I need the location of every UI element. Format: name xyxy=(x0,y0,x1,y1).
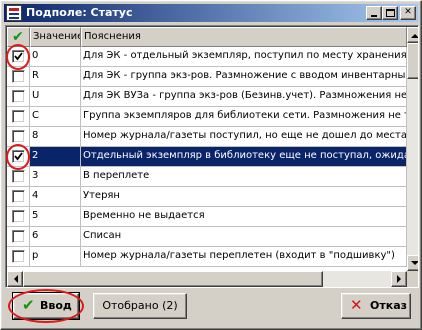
scroll-left-button[interactable] xyxy=(7,271,23,287)
value-cell[interactable]: R xyxy=(30,67,81,86)
selected-count-label: Отобрано (2) xyxy=(102,299,178,312)
description-cell[interactable]: Группа экземпляров для библиотеки сети. … xyxy=(81,107,407,126)
table-row[interactable]: 3В переплете xyxy=(7,167,407,187)
minimize-button[interactable] xyxy=(366,6,382,20)
scroll-right-button[interactable] xyxy=(391,271,407,287)
value-cell[interactable]: 3 xyxy=(30,167,81,186)
title-bar[interactable]: Подполе: Статус ✕ xyxy=(4,4,418,22)
check-icon: ✔ xyxy=(12,29,24,45)
description-cell[interactable]: Для ЭК - отдельный экземпляр, поступил п… xyxy=(81,47,407,66)
column-header-description[interactable]: Пояснения xyxy=(81,27,407,47)
description-cell[interactable]: Утерян xyxy=(81,187,407,206)
description-cell[interactable]: Номер журнала/газеты переплетен (входит … xyxy=(81,247,407,266)
checkmark-icon xyxy=(14,152,23,161)
column-header-value[interactable]: Значение xyxy=(30,27,81,47)
scrollbar-corner xyxy=(407,271,418,287)
table-row[interactable]: R Для ЭК - группа экз-ров. Размножение с … xyxy=(7,67,407,87)
value-cell[interactable]: C xyxy=(30,107,81,126)
row-checkbox[interactable] xyxy=(12,110,25,123)
description-cell[interactable]: Отдельный экземпляр в библиотеку еще не … xyxy=(81,147,407,166)
row-checkbox[interactable] xyxy=(12,130,25,143)
close-icon: ✕ xyxy=(404,7,412,17)
row-checkbox[interactable] xyxy=(12,150,25,163)
table-row[interactable]: 5 Временно не выдается xyxy=(7,207,407,227)
row-checkbox[interactable] xyxy=(12,90,25,103)
maximize-button[interactable] xyxy=(382,6,398,20)
row-checkbox[interactable] xyxy=(12,170,25,183)
cross-icon: ✕ xyxy=(350,296,363,314)
grid-rows: 0 Для ЭК - отдельный экземпляр, поступил … xyxy=(7,47,407,267)
vertical-scrollbar[interactable] xyxy=(407,27,418,271)
row-checkbox[interactable] xyxy=(12,50,25,63)
ok-button-label: Ввод xyxy=(40,299,72,312)
value-cell[interactable]: 6 xyxy=(30,227,81,246)
value-cell[interactable]: 0 xyxy=(30,47,81,66)
value-cell[interactable]: p xyxy=(30,247,81,266)
catalog-app-icon[interactable] xyxy=(6,5,22,21)
minimize-icon xyxy=(371,15,377,17)
arrow-down-icon xyxy=(411,261,418,269)
table-row[interactable]: 6 Списан xyxy=(7,227,407,247)
scroll-up-button[interactable] xyxy=(407,27,418,43)
row-check-cell[interactable] xyxy=(7,207,30,226)
cancel-button[interactable]: ✕ Отказ xyxy=(341,293,411,319)
description-cell[interactable]: Временно не выдается xyxy=(81,207,407,226)
ok-button[interactable]: ✔ Ввод xyxy=(12,292,80,320)
table-row[interactable]: 2 Отдельный экземпляр в библиотеку еще не… xyxy=(7,147,407,167)
row-check-cell[interactable] xyxy=(7,187,30,206)
row-check-cell[interactable] xyxy=(7,247,30,266)
column-header-check[interactable]: ✔ xyxy=(7,27,30,47)
row-check-cell[interactable] xyxy=(7,107,30,126)
row-check-cell[interactable] xyxy=(7,227,30,246)
row-check-cell[interactable] xyxy=(7,87,30,106)
table-row[interactable]: 4 Утерян xyxy=(7,187,407,207)
value-cell[interactable]: 2 xyxy=(30,147,81,166)
row-check-cell[interactable] xyxy=(7,147,30,166)
table-row[interactable]: 0 Для ЭК - отдельный экземпляр, поступил … xyxy=(7,47,407,67)
arrow-up-icon xyxy=(411,30,418,38)
grid-header: ✔ Значение Пояснения xyxy=(7,27,407,47)
row-checkbox[interactable] xyxy=(12,190,25,203)
vertical-scroll-thumb[interactable] xyxy=(407,43,418,79)
dialog-window: Подполе: Статус ✕ ✔ Значение Пояснения 0… xyxy=(0,0,422,330)
arrow-right-icon xyxy=(397,275,405,283)
table-row[interactable]: 8 Номер журнала/газеты поступил, но еще н… xyxy=(7,127,407,147)
row-checkbox[interactable] xyxy=(12,210,25,223)
maximize-icon xyxy=(386,9,395,17)
row-checkbox[interactable] xyxy=(12,250,25,263)
description-cell[interactable]: В переплете xyxy=(81,167,407,186)
scroll-down-button[interactable] xyxy=(407,255,418,271)
description-cell[interactable]: Для ЭК ВУЗа - группа экз-ров (Безинв.уче… xyxy=(81,87,407,106)
table-row[interactable]: C Группа экземпляров для библиотеки сети.… xyxy=(7,107,407,127)
arrow-left-icon xyxy=(10,275,18,283)
row-check-cell[interactable] xyxy=(7,67,30,86)
value-cell[interactable]: 5 xyxy=(30,207,81,226)
status-grid[interactable]: ✔ Значение Пояснения 0 Для ЭК - отдельный… xyxy=(5,25,419,288)
row-check-cell[interactable] xyxy=(7,127,30,146)
table-row[interactable]: p Номер журнала/газеты переплетен (входит… xyxy=(7,247,407,267)
description-cell[interactable]: Номер журнала/газеты поступил, но еще не… xyxy=(81,127,407,146)
description-cell[interactable]: Списан xyxy=(81,227,407,246)
row-check-cell[interactable] xyxy=(7,167,30,186)
checkmark-icon xyxy=(14,52,23,61)
check-icon: ✔ xyxy=(22,296,35,314)
row-checkbox[interactable] xyxy=(12,230,25,243)
row-check-cell[interactable] xyxy=(7,47,30,66)
horizontal-scrollbar[interactable] xyxy=(7,271,407,287)
table-row[interactable]: U Для ЭК ВУЗа - группа экз-ров (Безинв.уч… xyxy=(7,87,407,107)
selected-count-button[interactable]: Отобрано (2) xyxy=(93,293,187,319)
description-cell[interactable]: Для ЭК - группа экз-ров. Размножение с в… xyxy=(81,67,407,86)
row-checkbox[interactable] xyxy=(12,70,25,83)
value-cell[interactable]: 4 xyxy=(30,187,81,206)
cancel-button-label: Отказ xyxy=(370,299,408,312)
horizontal-scroll-thumb[interactable] xyxy=(23,271,323,287)
close-button[interactable]: ✕ xyxy=(400,6,416,20)
value-cell[interactable]: 8 xyxy=(30,127,81,146)
window-title: Подполе: Статус xyxy=(26,6,133,19)
value-cell[interactable]: U xyxy=(30,87,81,106)
